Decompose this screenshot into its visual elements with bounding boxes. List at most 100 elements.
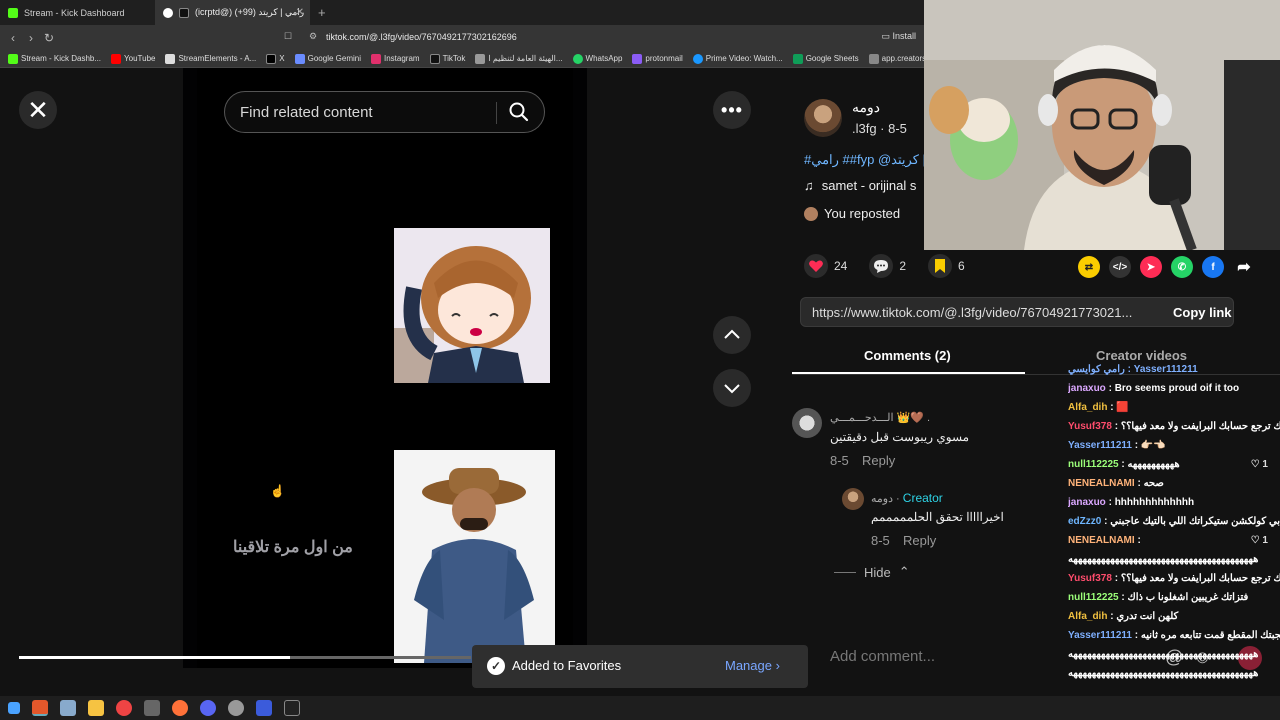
heart-outline-icon[interactable]: ♡ 1 bbox=[1251, 455, 1268, 474]
chat-user: null112225 bbox=[1068, 592, 1119, 603]
chat-message: رامي كوايسي : Yasser111211 bbox=[1068, 360, 1280, 379]
save-button[interactable] bbox=[928, 254, 953, 278]
chat-text: رامي الواقع الها عجبتك المقطع قمت تتابعه… bbox=[1140, 630, 1280, 641]
back-icon[interactable]: ‹ bbox=[4, 31, 22, 45]
bookmark-icon[interactable]: ☐ bbox=[284, 31, 292, 42]
site-info-icon[interactable]: ⚙ bbox=[309, 31, 317, 42]
tab-comments[interactable]: Comments (2) bbox=[864, 348, 951, 363]
reply-button[interactable]: Reply bbox=[903, 533, 936, 548]
address-bar: ‹ › ↻ ☐ ⚙ tiktok.com/@.l3fg/video/767049… bbox=[0, 25, 924, 50]
bookmark-item[interactable]: StreamElements - A... bbox=[165, 53, 256, 64]
music-note-icon: ♫ bbox=[804, 178, 814, 193]
bookmark-item[interactable]: app.creators.sa/das... bbox=[868, 53, 924, 64]
close-tab-icon[interactable]: ✕ bbox=[296, 7, 304, 18]
bookmark-item[interactable]: YouTube bbox=[111, 53, 155, 64]
commenter-avatar[interactable] bbox=[792, 408, 822, 438]
chat-message: هههههههههههههههههههههههههههههههههههههههه… bbox=[1068, 550, 1280, 569]
comment-button[interactable] bbox=[869, 254, 894, 278]
url-field[interactable]: tiktok.com/@.l3fg/video/7670492177302162… bbox=[326, 32, 517, 42]
close-video-button[interactable]: ✕ bbox=[19, 91, 57, 129]
hide-line bbox=[834, 571, 856, 573]
comment-username[interactable]: الـــدحـــمـــي 👑🤎 . bbox=[830, 411, 930, 424]
close-icon: ✕ bbox=[27, 94, 49, 125]
share-link-text[interactable]: https://www.tiktok.com/@.l3fg/video/7670… bbox=[812, 305, 1152, 320]
firefox-icon[interactable] bbox=[172, 700, 188, 716]
chat-user: null112225 bbox=[1068, 459, 1119, 470]
bookmark-item[interactable]: X bbox=[266, 53, 285, 64]
obs-icon[interactable] bbox=[228, 700, 244, 716]
related-search-bar[interactable]: Find related content bbox=[224, 91, 545, 133]
music-row[interactable]: ♫ samet - orijinal s bbox=[804, 178, 916, 193]
install-button[interactable]: ▭ Install bbox=[881, 31, 916, 42]
calculator-icon[interactable] bbox=[60, 700, 76, 716]
video-progress-bar[interactable] bbox=[19, 656, 471, 659]
new-tab-button[interactable]: + bbox=[318, 5, 326, 20]
bookmark-item[interactable]: Google Sheets bbox=[792, 53, 859, 64]
repost-label: You reposted bbox=[824, 206, 901, 221]
next-video-button[interactable] bbox=[713, 369, 751, 407]
previous-video-button[interactable] bbox=[713, 316, 751, 354]
bookmark-item[interactable]: Stream - Kick Dashb... bbox=[8, 53, 101, 64]
media-player-icon[interactable] bbox=[256, 700, 272, 716]
embed-icon[interactable]: </> bbox=[1109, 256, 1131, 278]
discord-icon[interactable] bbox=[200, 700, 216, 716]
chrome-icon[interactable] bbox=[116, 700, 132, 716]
chat-message: Yusuf378 : يمديك ترجع حسابك البرايفت ولا… bbox=[1068, 569, 1280, 588]
comment-username[interactable]: دومه · Creator bbox=[871, 491, 943, 505]
share-link-box: https://www.tiktok.com/@.l3fg/video/7670… bbox=[800, 297, 1234, 327]
tab-title: Stream - Kick Dashboard bbox=[24, 7, 125, 18]
brave-icon[interactable] bbox=[32, 700, 48, 716]
copy-link-button[interactable]: Copy link bbox=[1173, 305, 1232, 320]
bookmark-item[interactable]: Instagram bbox=[370, 53, 420, 64]
reload-icon[interactable]: ↻ bbox=[40, 31, 58, 45]
facebook-icon[interactable]: f bbox=[1202, 256, 1224, 278]
creator-avatar[interactable] bbox=[842, 488, 864, 510]
app-icon[interactable] bbox=[144, 700, 160, 716]
bookmark-item[interactable]: الهيئة العامة لتنظيم ا... bbox=[475, 53, 563, 64]
cowboy-man-image bbox=[394, 450, 555, 663]
creator-username[interactable]: دومه · bbox=[871, 493, 903, 505]
send-to-friends-icon[interactable]: ➤ bbox=[1140, 256, 1162, 278]
chat-text: 👉🏻👈🏻 bbox=[1140, 440, 1166, 451]
mouse-cursor-icon: ☝ bbox=[270, 484, 285, 498]
browser-tab-kick[interactable]: Stream - Kick Dashboard bbox=[0, 0, 155, 25]
bookmark-item[interactable]: TikTok bbox=[429, 53, 465, 64]
chat-text: يمديك ترجع حسابك البرايفت ولا معد فيها؟؟ bbox=[1120, 573, 1280, 584]
heart-outline-icon[interactable]: ♡ 1 bbox=[1251, 531, 1268, 550]
terminal-icon[interactable] bbox=[284, 700, 300, 716]
author-handle-date: .l3fg · 8-5 bbox=[852, 121, 907, 136]
post-hashtags[interactable]: #رامي ##fyp @كريتد | bbox=[804, 152, 926, 168]
search-input[interactable]: Find related content bbox=[240, 104, 373, 121]
more-icon: ••• bbox=[721, 99, 743, 120]
chat-message: هههههههههههههههههههههههههههههههههههههههه… bbox=[1068, 664, 1280, 683]
music-title[interactable]: samet - orijinal s bbox=[822, 178, 917, 193]
repost-icon[interactable]: ⇄ bbox=[1078, 256, 1100, 278]
start-icon[interactable] bbox=[8, 702, 20, 714]
whatsapp-icon[interactable]: ✆ bbox=[1171, 256, 1193, 278]
bookmark-item[interactable]: WhatsApp bbox=[572, 53, 622, 64]
video-caption: من اول مرة تلاقينا bbox=[233, 539, 353, 556]
forward-icon[interactable]: › bbox=[22, 31, 40, 45]
more-options-button[interactable]: ••• bbox=[713, 91, 751, 129]
folder-icon[interactable] bbox=[88, 700, 104, 716]
comment-input[interactable]: Add comment... bbox=[830, 648, 935, 665]
bookmark-item[interactable]: Prime Video: Watch... bbox=[692, 53, 783, 64]
tiktok-icon bbox=[179, 7, 189, 18]
author-avatar[interactable] bbox=[804, 99, 842, 137]
search-icon[interactable] bbox=[508, 101, 530, 128]
chat-text: رامي ابي كولكشن ستيكراتك اللي بالتيك عاج… bbox=[1110, 516, 1280, 527]
heart-icon bbox=[809, 260, 823, 272]
author-name[interactable]: دومه bbox=[852, 99, 880, 116]
like-button[interactable] bbox=[804, 254, 828, 278]
chat-message: edZzz0 : رامي ابي كولكشن ستيكراتك اللي ب… bbox=[1068, 512, 1280, 531]
bookmark-item[interactable]: protonmail bbox=[632, 53, 683, 64]
bookmark-item[interactable]: Google Gemini bbox=[294, 53, 361, 64]
bookmarks-bar: Stream - Kick Dashb... YouTube StreamEle… bbox=[0, 50, 924, 68]
reply-button[interactable]: Reply bbox=[862, 453, 895, 468]
mute-icon[interactable] bbox=[163, 7, 173, 18]
browser-tab-tiktok[interactable]: (icrptd@) رامي | كريتد (99+) ✕ bbox=[155, 0, 310, 25]
hide-replies-button[interactable]: Hide ⌃ bbox=[834, 564, 910, 580]
anime-girl-image bbox=[394, 228, 550, 383]
chat-user: NENEALNAMI bbox=[1068, 535, 1135, 546]
share-more-icon[interactable]: ➦ bbox=[1233, 256, 1255, 278]
